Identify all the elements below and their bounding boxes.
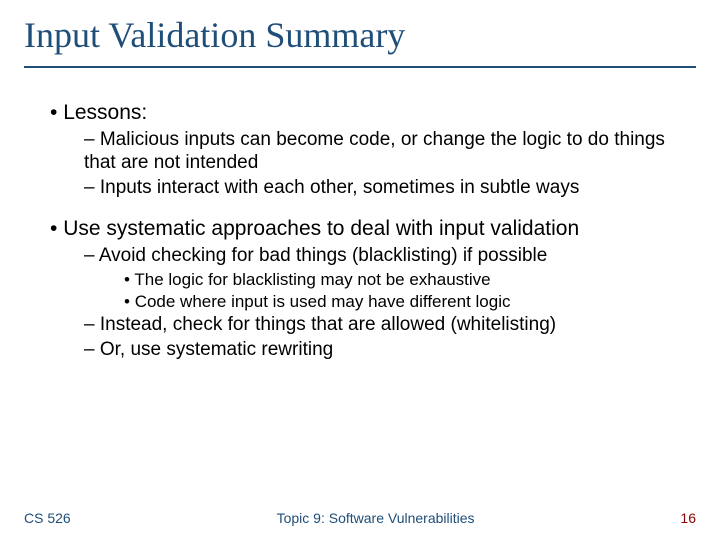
- slide-title: Input Validation Summary: [24, 14, 696, 68]
- bullet-level-2: Instead, check for things that are allow…: [84, 314, 696, 337]
- bullet-level-3: The logic for blacklisting may not be ex…: [124, 270, 696, 290]
- bullet-level-2: Malicious inputs can become code, or cha…: [84, 129, 696, 175]
- bullet-level-3: Code where input is used may have differ…: [124, 292, 696, 312]
- slide: Input Validation Summary Lessons: Malici…: [0, 0, 720, 540]
- slide-footer: CS 526 Topic 9: Software Vulnerabilities…: [24, 510, 696, 540]
- slide-content: Lessons: Malicious inputs can become cod…: [24, 100, 696, 510]
- bullet-level-2: Or, use systematic rewriting: [84, 339, 696, 362]
- footer-topic: Topic 9: Software Vulnerabilities: [277, 510, 475, 526]
- bullet-level-1: Lessons:: [50, 100, 696, 125]
- footer-page-number: 16: [680, 510, 696, 526]
- bullet-level-1: Use systematic approaches to deal with i…: [50, 216, 696, 241]
- bullet-level-2: Avoid checking for bad things (blacklist…: [84, 245, 696, 268]
- footer-course: CS 526: [24, 510, 71, 526]
- bullet-level-2: Inputs interact with each other, sometim…: [84, 177, 696, 200]
- spacer: [24, 202, 696, 216]
